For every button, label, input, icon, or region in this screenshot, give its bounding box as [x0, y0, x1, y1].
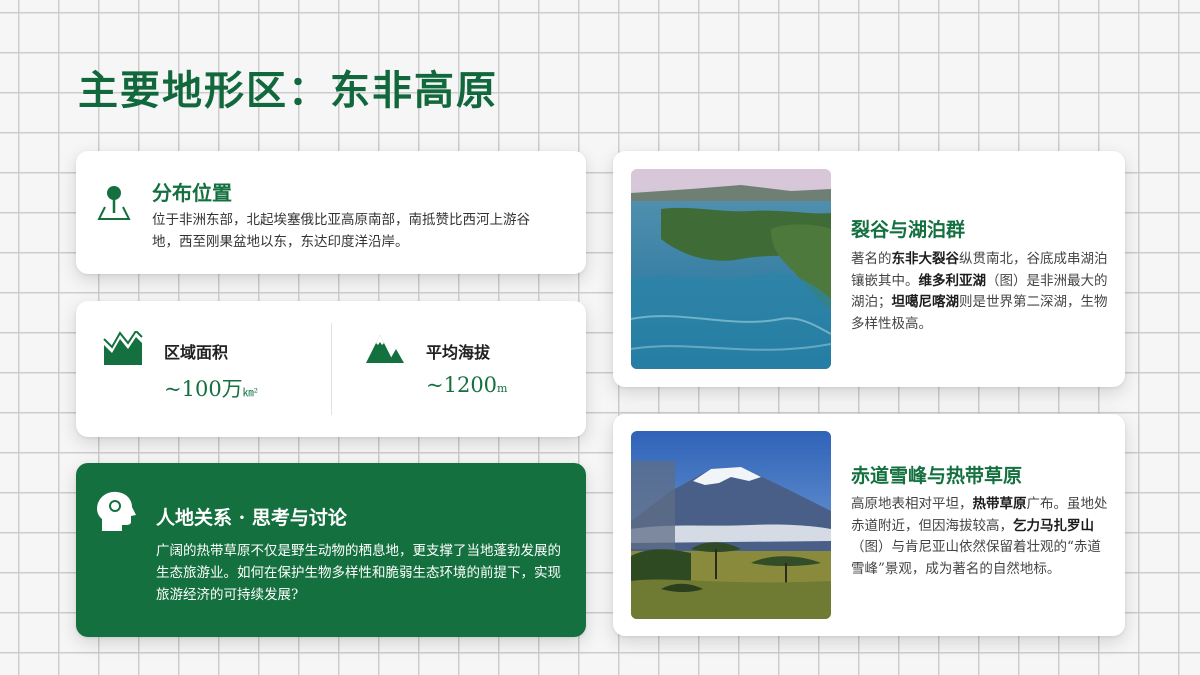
- lake-photo: [631, 169, 831, 369]
- mountain-icon: [364, 331, 406, 367]
- map-pin-icon: [96, 183, 132, 223]
- equator-title: 赤道雪峰与热带草原: [851, 465, 1023, 487]
- area-label: 区域面积: [164, 343, 229, 362]
- stats-card: 区域面积 ~100万㎞² 平均海拔 ~1200m: [76, 301, 586, 437]
- location-title: 分布位置: [152, 181, 232, 205]
- discussion-card: 人地关系 · 思考与讨论 广阔的热带草原不仅是野生动物的栖息地，更支撑了当地蓬勃…: [76, 463, 586, 637]
- discussion-text: 广阔的热带草原不仅是野生动物的栖息地，更支撑了当地蓬勃发展的生态旅游业。如何在保…: [156, 543, 561, 603]
- stat-divider: [331, 323, 332, 415]
- area-chart-icon: [102, 329, 144, 367]
- altitude-number: ~1200: [426, 373, 498, 397]
- head-profile-icon: [96, 491, 136, 533]
- equator-text: 高原地表相对平坦，热带草原广布。虽地处赤道附近，但因海拔较高，乞力马扎罗山（图）…: [851, 496, 1108, 577]
- discussion-title: 人地关系 · 思考与讨论: [156, 507, 347, 529]
- kilimanjaro-photo: [631, 431, 831, 619]
- stat-altitude: 平均海拔 ~1200m: [338, 331, 558, 411]
- altitude-label: 平均海拔: [426, 343, 491, 362]
- altitude-unit: m: [497, 382, 508, 395]
- area-number: ~100万: [164, 377, 243, 401]
- rift-card: 裂谷与湖泊群 著名的东非大裂谷纵贯南北，谷底成串湖泊镶嵌其中。维多利亚湖（图）是…: [613, 151, 1125, 387]
- rift-text: 著名的东非大裂谷纵贯南北，谷底成串湖泊镶嵌其中。维多利亚湖（图）是非洲最大的湖泊…: [851, 251, 1108, 332]
- location-card: 分布位置 位于非洲东部，北起埃塞俄比亚高原南部，南抵赞比西河上游谷地，西至刚果盆…: [76, 151, 586, 274]
- location-text: 位于非洲东部，北起埃塞俄比亚高原南部，南抵赞比西河上游谷地，西至刚果盆地以东，东…: [152, 212, 530, 250]
- area-unit: ㎞²: [242, 386, 259, 399]
- rift-title: 裂谷与湖泊群: [851, 219, 966, 241]
- stat-area: 区域面积 ~100万㎞²: [76, 329, 296, 411]
- equator-card: 赤道雪峰与热带草原 高原地表相对平坦，热带草原广布。虽地处赤道附近，但因海拔较高…: [613, 414, 1125, 636]
- page-title: 主要地形区：东非高原: [78, 67, 498, 114]
- altitude-value: ~1200m: [426, 373, 507, 397]
- area-value: ~100万㎞²: [164, 373, 258, 403]
